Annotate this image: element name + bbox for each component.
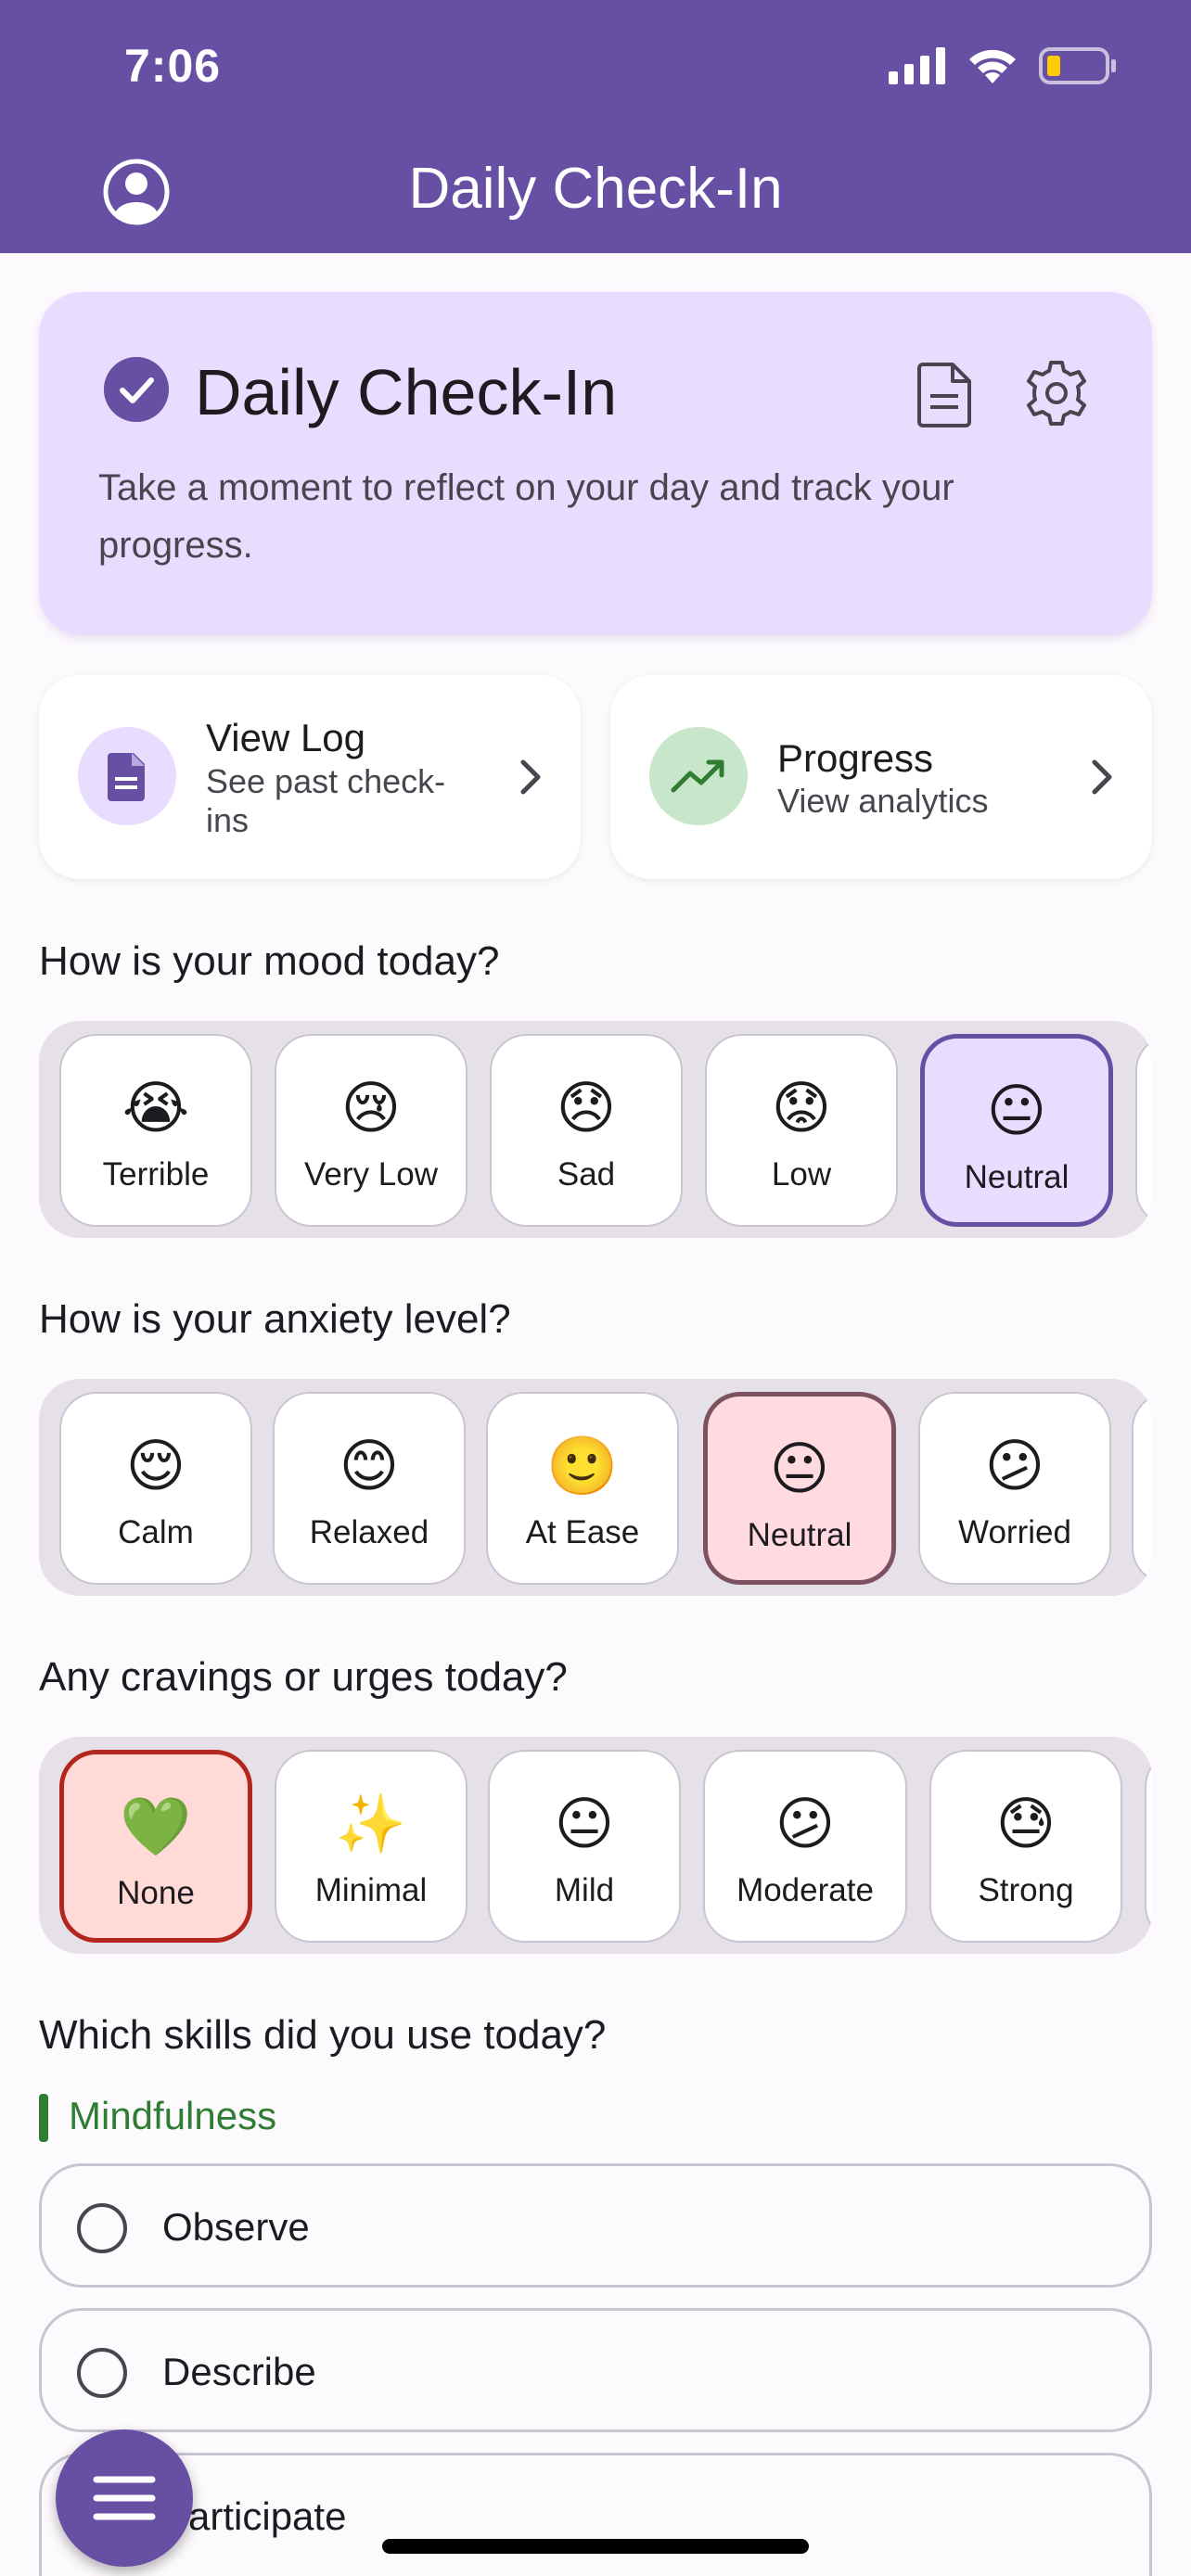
cravings-option-partial[interactable] xyxy=(1145,1750,1152,1943)
anxiety-emoji: 🙂 xyxy=(546,1435,619,1498)
view-log-subtitle: See past check-ins xyxy=(206,762,446,839)
mood-option[interactable]: 😭 Terrible xyxy=(59,1034,252,1227)
anxiety-option[interactable]: 😌 Calm xyxy=(59,1392,252,1585)
radio-button[interactable] xyxy=(77,2203,127,2253)
mood-emoji: 😢 xyxy=(340,1077,402,1141)
progress-title: Progress xyxy=(777,736,934,780)
cravings-label: None xyxy=(117,1875,195,1911)
cravings-option[interactable]: 😐 Mild xyxy=(488,1750,681,1943)
cravings-question: Any cravings or urges today? xyxy=(39,1654,568,1700)
view-log-title: View Log xyxy=(206,716,366,759)
document-icon[interactable] xyxy=(916,361,975,427)
chevron-right-icon xyxy=(520,759,541,795)
chevron-right-icon xyxy=(1092,759,1112,795)
mood-emoji: 😐 xyxy=(986,1079,1047,1143)
cravings-option[interactable]: 😓 Strong xyxy=(929,1750,1122,1943)
cravings-option[interactable]: ✨ Minimal xyxy=(275,1750,467,1943)
anxiety-option[interactable]: 🙂 At Ease xyxy=(486,1392,679,1585)
check-circle-icon xyxy=(104,357,169,422)
category-accent-bar xyxy=(39,2094,48,2142)
anxiety-question: How is your anxiety level? xyxy=(39,1296,511,1342)
progress-card[interactable]: Progress View analytics xyxy=(610,675,1152,879)
cravings-label: Strong xyxy=(978,1872,1074,1908)
status-time: 7:06 xyxy=(124,40,222,92)
hero-title: Daily Check-In xyxy=(195,356,618,428)
trending-up-icon xyxy=(671,759,724,793)
anxiety-emoji: 😕 xyxy=(984,1435,1045,1498)
skill-item-describe[interactable]: Describe xyxy=(39,2308,1152,2432)
app-bar: 7:06 Daily Check-In xyxy=(0,0,1191,253)
anxiety-emoji: 😌 xyxy=(125,1435,186,1498)
hero-card: Daily Check-In Take a moment to reflect … xyxy=(39,292,1152,635)
wifi-icon xyxy=(969,49,1016,83)
anxiety-label: Calm xyxy=(118,1514,194,1550)
hero-description: Take a moment to reflect on your day and… xyxy=(98,467,954,566)
anxiety-emoji: 😊 xyxy=(339,1435,400,1498)
skill-item-participate[interactable]: Participate xyxy=(39,2453,1152,2576)
mood-label: Sad xyxy=(557,1156,616,1192)
anxiety-option[interactable]: 😊 Relaxed xyxy=(273,1392,466,1585)
mood-option[interactable]: 😞 Sad xyxy=(490,1034,683,1227)
anxiety-label: Worried xyxy=(958,1514,1071,1550)
anxiety-label: Neutral xyxy=(747,1517,852,1553)
battery-icon xyxy=(1039,47,1116,84)
signal-icon xyxy=(889,47,945,84)
anxiety-option[interactable]: 😕 Worried xyxy=(918,1392,1111,1585)
mood-emoji: 😞 xyxy=(556,1077,617,1141)
mood-option-partial[interactable] xyxy=(1135,1034,1152,1227)
view-log-card[interactable]: View Log See past check-ins xyxy=(39,675,581,879)
cravings-label: Minimal xyxy=(314,1872,428,1908)
skills-question: Which skills did you use today? xyxy=(39,2012,607,2058)
mood-option-selected[interactable]: 😐 Neutral xyxy=(920,1034,1113,1227)
anxiety-label: Relaxed xyxy=(309,1514,429,1550)
app-title: Daily Check-In xyxy=(408,157,783,221)
mood-label: Terrible xyxy=(102,1156,210,1192)
cravings-emoji: 😓 xyxy=(995,1792,1057,1856)
progress-subtitle: View analytics xyxy=(777,782,989,820)
mood-emoji: 😭 xyxy=(122,1077,190,1141)
mood-emoji: 😟 xyxy=(771,1077,832,1141)
skill-category: Mindfulness xyxy=(69,2094,277,2137)
log-icon-circle xyxy=(78,727,176,825)
cravings-options[interactable]: 💚 None ✨ Minimal 😐 Mild 😕 Moderate 😓 Str… xyxy=(39,1737,1152,1954)
anxiety-emoji: 😐 xyxy=(769,1437,830,1501)
menu-icon xyxy=(93,2476,156,2520)
anxiety-option-partial[interactable] xyxy=(1132,1392,1152,1585)
mood-label: Very Low xyxy=(304,1156,438,1192)
skill-item-observe[interactable]: Observe xyxy=(39,2163,1152,2288)
mood-label: Neutral xyxy=(964,1159,1069,1195)
menu-fab[interactable] xyxy=(56,2429,193,2567)
cravings-label: Moderate xyxy=(736,1872,874,1908)
mood-option[interactable]: 😢 Very Low xyxy=(275,1034,467,1227)
mood-question: How is your mood today? xyxy=(39,938,500,984)
mood-label: Low xyxy=(771,1156,832,1192)
cravings-label: Mild xyxy=(554,1872,615,1908)
cravings-option-selected[interactable]: 💚 None xyxy=(59,1750,252,1943)
home-indicator xyxy=(382,2539,809,2554)
cravings-option[interactable]: 😕 Moderate xyxy=(703,1750,907,1943)
mood-option[interactable]: 😟 Low xyxy=(705,1034,898,1227)
anxiety-option-selected[interactable]: 😐 Neutral xyxy=(703,1392,896,1585)
cravings-emoji: 😕 xyxy=(775,1792,836,1856)
skill-label: Describe xyxy=(162,2350,316,2393)
gear-icon[interactable] xyxy=(1022,359,1091,427)
cravings-emoji: 💚 xyxy=(120,1795,192,1859)
file-icon xyxy=(108,753,145,801)
cravings-emoji: ✨ xyxy=(335,1792,407,1856)
cravings-emoji: 😐 xyxy=(554,1792,615,1856)
skill-label: Observe xyxy=(162,2205,310,2249)
mood-options[interactable]: 😭 Terrible 😢 Very Low 😞 Sad 😟 Low 😐 Neut… xyxy=(39,1021,1152,1238)
anxiety-options[interactable]: 😌 Calm 😊 Relaxed 🙂 At Ease 😐 Neutral 😕 W… xyxy=(39,1379,1152,1596)
anxiety-label: At Ease xyxy=(525,1514,640,1550)
radio-button[interactable] xyxy=(77,2348,127,2398)
status-icons xyxy=(889,46,1117,85)
progress-icon-circle xyxy=(649,727,748,825)
